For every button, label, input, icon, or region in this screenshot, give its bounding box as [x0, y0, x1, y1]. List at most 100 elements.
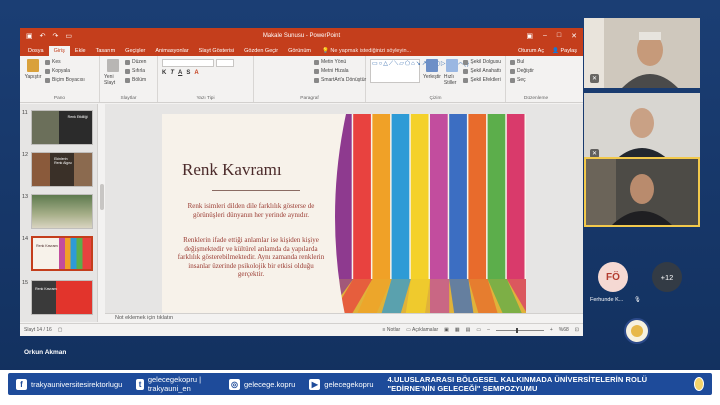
format-painter-label: Biçim Boyacısı [52, 77, 85, 83]
new-slide-button[interactable]: Yeni Slayt [104, 59, 122, 99]
fit-slide-icon[interactable]: ⊡ [575, 327, 579, 333]
font-name-input[interactable] [162, 59, 214, 67]
tab-animations[interactable]: Animasyonlar [150, 46, 193, 56]
reading-view-icon[interactable]: ▤ [466, 327, 471, 333]
italic-button[interactable]: T [170, 70, 174, 76]
notes-button[interactable]: ≡ Notlar [383, 327, 401, 333]
ribbon: Yapıştır Kes Kopyala Biçim Boyacısı Pano… [20, 56, 583, 103]
shadow-button[interactable]: S [186, 70, 190, 76]
wood-plank [487, 114, 506, 279]
sign-in-link[interactable]: Oturum Aç [518, 48, 544, 54]
underline-button[interactable]: A [178, 70, 182, 76]
font-size-input[interactable] [216, 59, 234, 67]
tab-file[interactable]: Dosya [23, 46, 49, 56]
shape-effects-button[interactable]: Şekil Efektleri [463, 77, 501, 83]
zoom-level[interactable]: %68 [559, 327, 569, 333]
cursor-icon [510, 77, 515, 83]
thumbnail-12[interactable]: 12 Ekinlerin Renk Algısı [22, 152, 94, 187]
thumbnail-13[interactable]: 13 [22, 194, 94, 229]
smartart-button[interactable]: SmartArt'a Dönüştür [314, 77, 366, 83]
participant-video-1[interactable]: ✕ [584, 18, 700, 88]
thumbnail-image: Renk Kavramı [31, 280, 94, 315]
shape-outline-label: Şekil Anahattı [470, 68, 501, 74]
title-bar: ▣ ↶ ↷ ▭ Makale Sunusu - PowerPoint ▣ – □… [20, 28, 583, 44]
muted-mic-icon: ✕ [590, 74, 599, 83]
slide-count: Slayt 14 / 16 [24, 327, 52, 333]
tab-transitions[interactable]: Geçişler [120, 46, 150, 56]
section-button[interactable]: Bölüm [125, 77, 146, 83]
tell-me-search[interactable]: 💡 Ne yapmak istediğinizi söyleyin... [316, 46, 417, 56]
share-button[interactable]: 👤 Paylaş [552, 48, 577, 54]
section-icon [125, 77, 130, 83]
slide-editor: Renk Kavramı Renk isimleri dilden dile f… [105, 104, 583, 320]
paste-label: Yapıştır [24, 74, 42, 80]
normal-view-icon[interactable]: ▣ [444, 327, 449, 333]
scissors-icon [45, 59, 50, 65]
more-participants-button[interactable]: +12 [652, 262, 682, 292]
align-text-button[interactable]: Metni Hizala [314, 68, 366, 74]
instagram-link[interactable]: ◎ gelecege.kopru [228, 378, 295, 390]
arrange-button[interactable]: Yerleştir [423, 59, 441, 99]
copy-button[interactable]: Kopyala [45, 68, 85, 74]
zoom-slider[interactable] [495, 327, 544, 333]
tab-design[interactable]: Tasarım [91, 46, 121, 56]
tab-review[interactable]: Gözden Geçir [239, 46, 283, 56]
slide-sorter-icon[interactable]: ▦ [455, 327, 460, 333]
title-underline [212, 190, 300, 191]
zoom-out-icon[interactable]: – [487, 327, 490, 333]
comments-button[interactable]: ▭ Açıklamalar [406, 327, 438, 333]
shape-outline-button[interactable]: Şekil Anahattı [463, 68, 501, 74]
participant-video-2[interactable]: ✕ [584, 93, 700, 163]
new-slide-label: Yeni Slayt [104, 74, 116, 86]
shape-fill-label: Şekil Dolgusu [470, 59, 501, 65]
thumbnail-number: 15 [22, 280, 29, 286]
spellcheck-icon[interactable]: ▢ [58, 327, 63, 333]
shape-fill-button[interactable]: Şekil Dolgusu [463, 59, 501, 65]
facebook-link[interactable]: f trakyauniversitesirektorlugu [16, 378, 123, 390]
bold-button[interactable]: K [162, 70, 166, 76]
tab-insert[interactable]: Ekle [70, 46, 91, 56]
participant-1-video [584, 18, 700, 88]
facebook-handle: trakyauniversitesirektorlugu [31, 379, 123, 389]
participant-video-3-speaking[interactable] [584, 157, 700, 227]
slide-paragraph-1[interactable]: Renk isimleri dilden dile farklılık göst… [176, 202, 326, 219]
participant-avatar[interactable]: FÖ [598, 262, 628, 292]
twitter-link[interactable]: t gelecegekopru | trakyauni_en [136, 375, 215, 393]
layout-button[interactable]: Düzen [125, 59, 146, 65]
youtube-link[interactable]: ▶ gelecegekopru [309, 378, 374, 390]
tab-view[interactable]: Görünüm [283, 46, 316, 56]
slide-title[interactable]: Renk Kavramı [182, 160, 282, 180]
thumbnail-image: Ekinlerin Renk Algısı [31, 152, 94, 187]
shapes-gallery[interactable]: ▭○△⟋⟍▱⬠⌂↘↗☆▢▷◇⊂⌒{} [370, 59, 469, 83]
replace-button[interactable]: Değiştir [510, 68, 534, 74]
mic-muted-icon: 🎙 [634, 297, 641, 303]
font-group-label: Yazı Tipi [196, 96, 215, 101]
thumbnail-caption: Renk Kavramı [36, 244, 59, 248]
thumbnail-15[interactable]: 15 Renk Kavramı [22, 280, 94, 315]
slide-paragraph-2[interactable]: Renklerin ifade ettiği anlamlar ise kişi… [176, 236, 326, 279]
font-color-button[interactable]: A [194, 70, 198, 76]
tab-home[interactable]: Giriş [48, 46, 70, 56]
thumbnail-scrollbar[interactable] [100, 184, 104, 210]
thumbnail-11[interactable]: 11 Renk Etkilliği [22, 110, 93, 145]
current-slide[interactable]: Renk Kavramı Renk isimleri dilden dile f… [162, 114, 526, 320]
thumbnail-image: Renk Kavramı [31, 236, 94, 271]
slideshow-icon[interactable]: ▭ [476, 327, 481, 333]
thumbnail-number: 11 [22, 110, 28, 116]
thumbnail-14[interactable]: 14 Renk Kavramı [22, 236, 94, 271]
wood-plank [449, 114, 467, 279]
find-button[interactable]: Bul [510, 59, 534, 65]
zoom-in-icon[interactable]: + [550, 327, 553, 333]
paste-button[interactable]: Yapıştır [24, 59, 42, 99]
select-label: Seç [517, 77, 526, 83]
text-direction-button[interactable]: Metin Yönü [314, 59, 366, 65]
cut-button[interactable]: Kes [45, 59, 85, 65]
format-painter-button[interactable]: Biçim Boyacısı [45, 77, 85, 83]
notes-pane[interactable]: Not eklemek için tıklatın [105, 313, 583, 322]
tab-slideshow[interactable]: Slayt Gösterisi [194, 46, 239, 56]
replace-label: Değiştir [517, 68, 534, 74]
select-button[interactable]: Seç [510, 77, 534, 83]
quick-styles-button[interactable]: Hızlı Stiller [444, 59, 461, 99]
participant-name: Ferhunde K... [590, 297, 624, 303]
reset-button[interactable]: Sıfırla [125, 68, 146, 74]
